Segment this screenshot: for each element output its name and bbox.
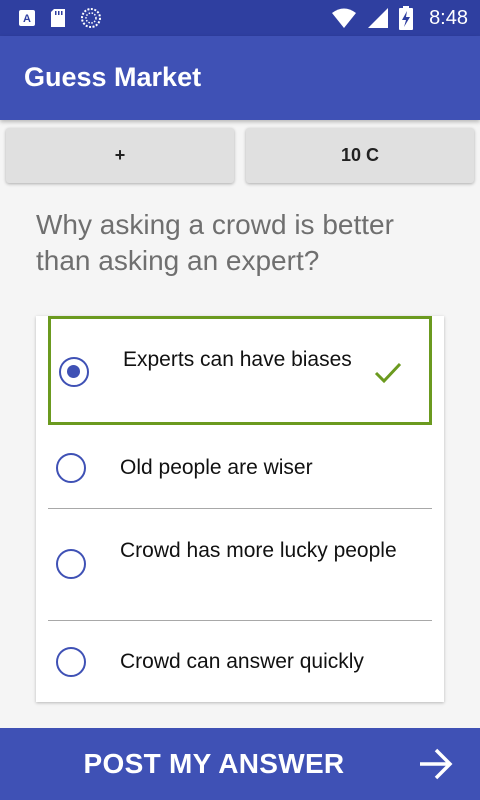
answer-option-3[interactable]: Crowd has more lucky people xyxy=(48,509,432,619)
answer-option-1[interactable]: Experts can have biases xyxy=(48,316,432,425)
answer-option-4[interactable]: Crowd can answer quickly xyxy=(48,621,432,702)
wifi-icon xyxy=(332,8,357,28)
radio-dot xyxy=(67,365,80,378)
radio-unselected-icon[interactable] xyxy=(56,647,86,677)
coins-balance-button[interactable]: 10 C xyxy=(246,128,474,183)
answer-label: Crowd has more lucky people xyxy=(120,539,397,562)
signal-icon xyxy=(368,8,389,28)
status-bar: A 8:48 xyxy=(0,0,480,36)
post-answer-label: POST MY ANSWER xyxy=(83,748,345,779)
sync-icon xyxy=(81,8,101,28)
answers-card: Experts can have biases Old people are w… xyxy=(36,316,444,702)
checkmark-icon xyxy=(374,362,402,384)
sd-card-icon xyxy=(51,9,65,27)
status-notifications: A xyxy=(18,8,102,28)
answer-label: Crowd can answer quickly xyxy=(120,650,364,673)
svg-text:A: A xyxy=(23,13,31,25)
app-bar: Guess Market xyxy=(0,36,480,120)
answer-option-2[interactable]: Old people are wiser xyxy=(48,426,432,508)
app-screen: A 8:48 Guess Market + 10 C Why asking a … xyxy=(0,0,480,800)
answer-label: Experts can have biases xyxy=(123,348,352,371)
radio-unselected-icon[interactable] xyxy=(56,453,86,483)
battery-charging-icon xyxy=(399,6,414,30)
arrow-right-icon xyxy=(420,748,453,780)
add-coins-button[interactable]: + xyxy=(6,128,234,183)
post-answer-button[interactable]: POST MY ANSWER xyxy=(0,728,480,800)
radio-unselected-icon[interactable] xyxy=(56,549,86,579)
status-time: 8:48 xyxy=(429,6,468,29)
a-notification-icon: A xyxy=(19,10,35,26)
radio-selected-icon[interactable] xyxy=(59,357,89,387)
answer-label: Old people are wiser xyxy=(120,456,313,479)
app-title: Guess Market xyxy=(24,62,202,92)
question-text: Why asking a crowd is better than asking… xyxy=(36,209,394,276)
status-system: 8:48 xyxy=(331,6,468,30)
